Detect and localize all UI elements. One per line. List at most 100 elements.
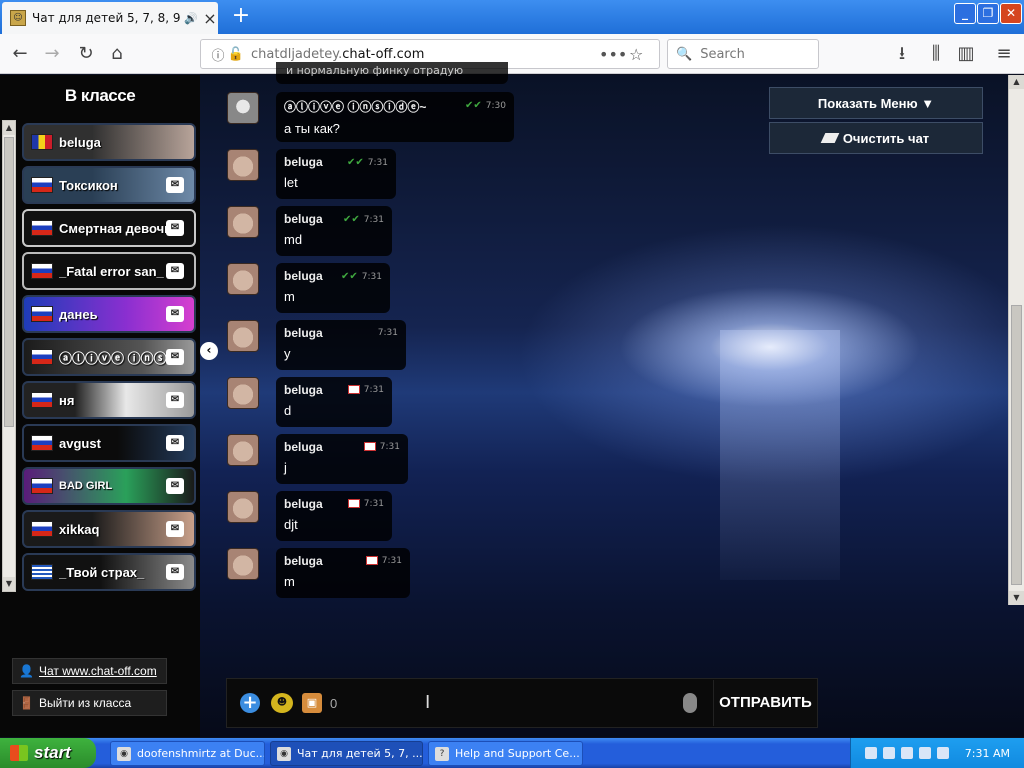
info-icon[interactable]: ⓘ: [209, 45, 227, 64]
speaker-icon[interactable]: 🔊: [184, 12, 198, 25]
search-bar[interactable]: 🔍 Search: [667, 39, 819, 69]
avatar[interactable]: [227, 320, 259, 352]
microphone-icon[interactable]: [683, 693, 697, 713]
private-message-icon[interactable]: ✉: [166, 521, 184, 537]
scroll-up-icon[interactable]: ▲: [1009, 75, 1024, 89]
user-item[interactable]: _Fatal error san_ ✉: [22, 252, 196, 290]
collapse-sidebar-icon[interactable]: ‹: [200, 342, 218, 360]
avatar[interactable]: [227, 92, 259, 124]
user-item[interactable]: Токсикон ✉: [22, 166, 196, 204]
close-tab-icon[interactable]: ×: [202, 9, 218, 28]
forward-icon[interactable]: →: [38, 40, 66, 68]
scroll-down-icon[interactable]: ▼: [3, 577, 15, 591]
library-icon[interactable]: ⫼: [922, 40, 950, 68]
tab-title: Чат для детей 5, 7, 8, 9-10,: [32, 11, 181, 25]
private-message-icon[interactable]: ✉: [166, 478, 184, 494]
avatar[interactable]: [227, 206, 259, 238]
private-message-icon[interactable]: ✉: [166, 306, 184, 322]
add-attachment-icon[interactable]: +: [240, 693, 260, 713]
site-link[interactable]: 👤 Чат www.chat-off.com: [12, 658, 167, 684]
scroll-thumb[interactable]: [4, 137, 14, 427]
message-time: 7:31: [377, 328, 398, 338]
security-shield-icon[interactable]: [900, 747, 913, 759]
taskbar-item[interactable]: ? Help and Support Ce...: [428, 741, 583, 766]
help-icon: ?: [435, 746, 449, 761]
message-bubble: beluga d 7:31: [276, 377, 392, 427]
send-button[interactable]: ОТПРАВИТЬ: [713, 680, 817, 726]
moon-reflection: [720, 330, 840, 580]
taskbar-item-active[interactable]: ◉ Чат для детей 5, 7, ...: [270, 741, 423, 766]
flag-icon: [31, 220, 53, 236]
private-message-icon[interactable]: ✉: [166, 220, 184, 236]
start-button[interactable]: start: [0, 738, 96, 768]
message-bubble: ⓐⓛⓘⓥⓔ ⓘⓝⓢⓘⓓⓔ~ а ты как? ✔✔ 7:30: [276, 92, 514, 142]
search-placeholder: Search: [700, 46, 745, 62]
show-menu-button[interactable]: Показать Меню ▼: [769, 87, 983, 119]
user-item[interactable]: _Твой страх_ ✉: [22, 553, 196, 591]
emoji-icon[interactable]: ☻: [271, 693, 293, 713]
scroll-down-icon[interactable]: ▼: [1009, 591, 1024, 605]
page-actions-icon[interactable]: •••: [599, 45, 629, 64]
private-message-icon[interactable]: ✉: [166, 349, 184, 365]
clear-chat-button[interactable]: Очистить чат: [769, 122, 983, 154]
scroll-up-icon[interactable]: ▲: [3, 121, 15, 135]
window-restore-button[interactable]: ❐: [977, 3, 999, 24]
download-icon[interactable]: ⭳: [888, 40, 916, 68]
message-bubble: beluga let ✔✔ 7:31: [276, 149, 396, 199]
window-close-button[interactable]: ✕: [1000, 3, 1022, 24]
message-input[interactable]: [330, 690, 670, 716]
browser-icon: ◉: [277, 746, 291, 761]
user-item[interactable]: avgust ✉: [22, 424, 196, 462]
scroll-thumb[interactable]: [1011, 305, 1022, 585]
private-message-icon[interactable]: ✉: [166, 392, 184, 408]
user-item[interactable]: Смертная девочка ✉: [22, 209, 196, 247]
message-time: ✔✔ 7:30: [465, 100, 506, 111]
url-text[interactable]: chatdljadetey.chat-off.com: [251, 47, 599, 62]
network-icon[interactable]: [882, 747, 895, 759]
sidebar-scrollbar[interactable]: ▲ ▼: [2, 120, 16, 592]
flag-icon: [31, 564, 53, 580]
sidebar-toggle-icon[interactable]: ▥: [952, 40, 980, 68]
user-item[interactable]: данeь ✉: [22, 295, 196, 333]
keyboard-icon[interactable]: [864, 747, 877, 759]
window-minimize-button[interactable]: _: [954, 3, 976, 24]
private-message-icon[interactable]: ✉: [166, 177, 184, 193]
search-icon: 🔍: [676, 46, 693, 62]
private-message-icon[interactable]: ✉: [166, 435, 184, 451]
browser-tab[interactable]: ☺ Чат для детей 5, 7, 8, 9-10, 🔊 ×: [2, 2, 218, 34]
menu-hamburger-icon[interactable]: ≡: [990, 40, 1018, 68]
message-bubble: beluga m ✔✔ 7:31: [276, 263, 390, 313]
envelope-icon: [363, 442, 376, 451]
avatar[interactable]: [227, 263, 259, 295]
exit-class-link[interactable]: 🚪 Выйти из класса: [12, 690, 167, 716]
user-item[interactable]: xikkaq ✉: [22, 510, 196, 548]
avatar[interactable]: [227, 434, 259, 466]
photo-upload-icon[interactable]: ▣: [302, 693, 322, 713]
private-message-icon[interactable]: ✉: [166, 263, 184, 279]
user-item[interactable]: beluga: [22, 123, 196, 161]
avatar[interactable]: [227, 548, 259, 580]
avatar[interactable]: [227, 149, 259, 181]
page-scrollbar[interactable]: ▲ ▼: [1008, 75, 1024, 605]
avatar[interactable]: [227, 491, 259, 523]
user-item[interactable]: BAD GIRL ✉: [22, 467, 196, 505]
flag-icon: [31, 263, 53, 279]
message-time: ✔✔ 7:31: [343, 214, 384, 225]
envelope-icon: [347, 385, 360, 394]
home-icon[interactable]: ⌂: [103, 40, 131, 68]
user-item[interactable]: ⓐⓛⓘⓥⓔ ⓘⓝⓢⓘ ✉: [22, 338, 196, 376]
reload-icon[interactable]: ↻: [72, 40, 100, 68]
read-check-icon: ✔✔: [343, 214, 360, 225]
bookmark-star-icon[interactable]: ☆: [629, 45, 659, 64]
back-icon[interactable]: ←: [6, 40, 34, 68]
private-message-icon[interactable]: ✉: [166, 564, 184, 580]
taskbar-item[interactable]: ◉ doofenshmirtz at Duc...: [110, 741, 265, 766]
new-tab-button[interactable]: +: [228, 4, 254, 30]
avatar[interactable]: [227, 377, 259, 409]
safely-remove-icon[interactable]: [918, 747, 931, 759]
volume-icon[interactable]: [936, 747, 949, 759]
insecure-lock-icon[interactable]: 🔓: [227, 47, 245, 62]
user-item[interactable]: ня ✉: [22, 381, 196, 419]
browser-icon: ◉: [117, 746, 131, 761]
flag-icon: [31, 306, 53, 322]
